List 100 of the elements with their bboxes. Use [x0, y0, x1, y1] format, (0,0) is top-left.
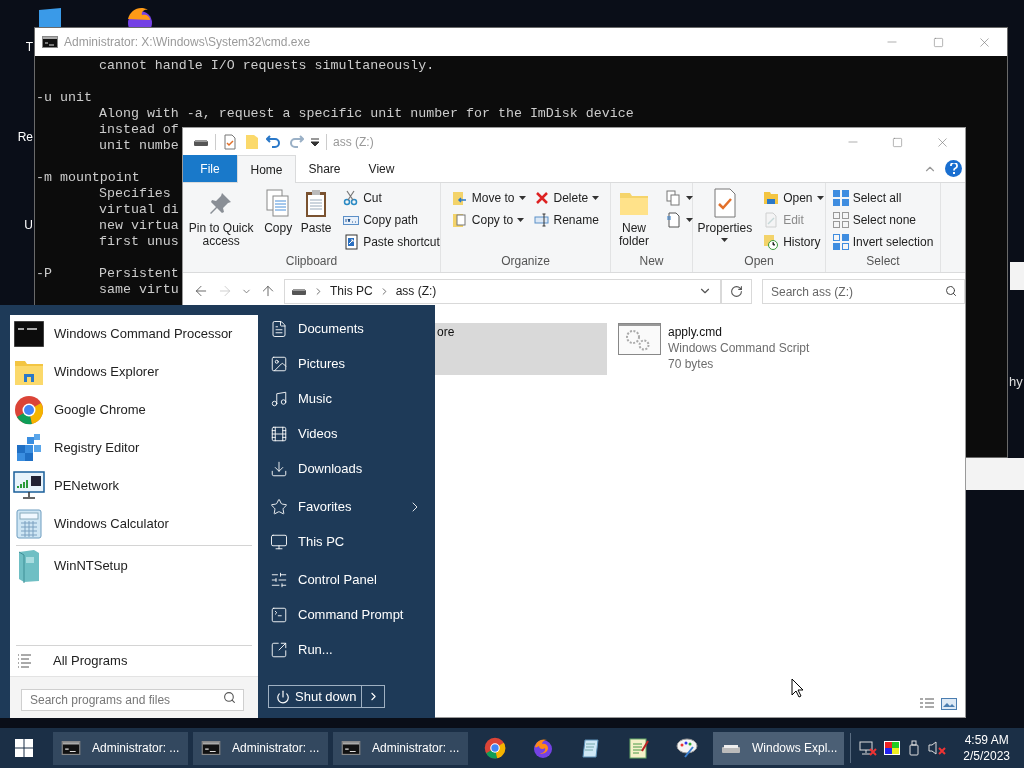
toolbar-button[interactable] [222, 134, 238, 150]
ribbon-button[interactable]: Copy [259, 185, 298, 253]
console-icon [42, 36, 58, 48]
calculator-icon [16, 509, 42, 539]
place-item[interactable]: Command Prompt [268, 597, 423, 632]
ribbon-button[interactable] [666, 209, 693, 230]
taskbar-button[interactable]: Administrator: ... [53, 731, 188, 765]
caret-icon [517, 217, 525, 222]
check-page-icon [222, 134, 238, 150]
help-button[interactable] [945, 160, 962, 177]
program-item[interactable]: Windows Explorer [10, 353, 258, 391]
window-title: Administrator: X:\Windows\System32\cmd.exe [64, 34, 311, 51]
picture-frame-icon [941, 696, 957, 712]
place-item[interactable]: Videos [268, 416, 423, 451]
ribbon-button[interactable]: Copy to [451, 209, 526, 230]
sliders-icon [270, 570, 288, 589]
redo-icon [288, 134, 304, 150]
search-field[interactable]: Search programs and files [21, 688, 244, 711]
program-item[interactable]: PENetwork [10, 467, 258, 505]
ribbon-button[interactable]: Select all [832, 187, 934, 208]
ribbon-button[interactable]: Cut [343, 187, 440, 208]
customize-button[interactable] [310, 137, 320, 147]
place-item[interactable]: Favorites [268, 489, 423, 524]
search-field[interactable]: Search ass (Z:) [762, 279, 965, 304]
maximize-icon [932, 36, 944, 48]
console-text: new virtua [99, 218, 179, 234]
ribbon-button[interactable] [666, 187, 693, 208]
file-size: 70 bytes [668, 356, 715, 372]
console-icon [270, 605, 288, 624]
shut-down-button[interactable]: Shut down [268, 685, 362, 708]
place-item[interactable]: This PC [268, 524, 423, 559]
folder-clock-icon [763, 233, 780, 250]
program-item[interactable]: Windows Command Processor [10, 315, 258, 353]
shut-down-options-button[interactable] [362, 685, 385, 708]
program-item[interactable]: Registry Editor [10, 429, 258, 467]
ribbon-button[interactable]: Delete [533, 187, 600, 208]
taskbar-button[interactable]: Administrator: ... [193, 731, 328, 765]
grid-outline-icon [832, 211, 849, 228]
undo-button[interactable] [266, 134, 282, 150]
ribbon-button[interactable]: Properties [694, 185, 756, 253]
program-item[interactable]: Windows Calculator [10, 505, 258, 543]
console-icon [341, 741, 361, 755]
place-item[interactable]: Control Panel [268, 562, 423, 597]
place-item[interactable]: Run... [268, 632, 423, 667]
place-item[interactable]: Documents [268, 311, 423, 346]
back-button[interactable] [193, 283, 209, 299]
taskbar-button[interactable]: Windows Expl... [713, 731, 844, 765]
caret-icon [686, 217, 693, 222]
ribbon-button[interactable]: New folder [610, 185, 658, 253]
ribbon-button[interactable]: Move to [451, 187, 526, 208]
taskbar-button[interactable]: Administrator: ... [333, 731, 468, 765]
program-item[interactable]: Google Chrome [10, 391, 258, 429]
up-button[interactable] [260, 283, 276, 299]
speaker-muted-icon [927, 740, 947, 756]
ribbon-button[interactable]: Pin to Quick access [183, 185, 260, 253]
ribbon-button[interactable]: Open [763, 187, 824, 208]
rename-icon [533, 211, 550, 228]
clock[interactable]: 4:59 AM 2/5/2023 [963, 732, 1010, 764]
ribbon-button[interactable]: Paste shortcut [343, 231, 440, 252]
all-programs-item[interactable]: All Programs [10, 646, 258, 676]
place-item[interactable]: Music [268, 381, 423, 416]
place-item[interactable]: Pictures [268, 346, 423, 381]
ribbon-tab[interactable]: Share [296, 155, 353, 182]
ribbon-tab[interactable]: Home [237, 155, 296, 183]
ribbon-button[interactable]: History [763, 231, 824, 252]
ribbon-tab[interactable]: File [183, 155, 237, 182]
tiles-view-button[interactable] [941, 696, 957, 712]
breadcrumb[interactable]: This PC [330, 282, 373, 300]
folder-arrow-icon [451, 189, 468, 206]
file-name: ore [437, 324, 455, 340]
ribbon-tab[interactable]: View [353, 155, 410, 182]
ribbon-button[interactable]: Invert selection [832, 231, 934, 252]
usb-drive-icon [907, 740, 921, 756]
tray-icon[interactable] [883, 740, 901, 756]
refresh-button[interactable] [721, 278, 752, 304]
undo-icon [266, 134, 282, 150]
refresh-icon [730, 284, 743, 298]
console-text: same virtu [99, 282, 179, 298]
option-name: -u unit [36, 90, 92, 106]
search-icon [945, 284, 957, 297]
music-note-icon [270, 389, 288, 408]
ribbon-button[interactable]: Rename [533, 209, 600, 230]
window-arrow-icon [270, 640, 288, 659]
place-item[interactable]: Downloads [268, 451, 423, 486]
notepad-icon [579, 737, 602, 759]
monitor-icon [270, 532, 288, 551]
ribbon-button[interactable]: Select none [832, 209, 934, 230]
address-bar[interactable]: This PC ass (Z:) [284, 278, 721, 304]
desktop-icon-label: T [25, 40, 33, 54]
file-item[interactable]: apply.cmd Windows Command Script 70 bytes [618, 323, 818, 375]
ribbon-button[interactable]: Paste [297, 185, 336, 253]
tray-icon[interactable] [907, 740, 921, 756]
console-text: cannot handle I/O requests simultaneously. [99, 58, 435, 74]
breadcrumb[interactable]: ass (Z:) [395, 282, 437, 300]
page-pencil-icon [627, 737, 650, 759]
pages-icon [666, 189, 682, 206]
text-fragment: hy [1009, 373, 1023, 391]
program-item[interactable]: WinNTSetup [10, 546, 258, 586]
ribbon-button[interactable]: Copy path [343, 209, 440, 230]
redo-button[interactable] [288, 134, 304, 150]
